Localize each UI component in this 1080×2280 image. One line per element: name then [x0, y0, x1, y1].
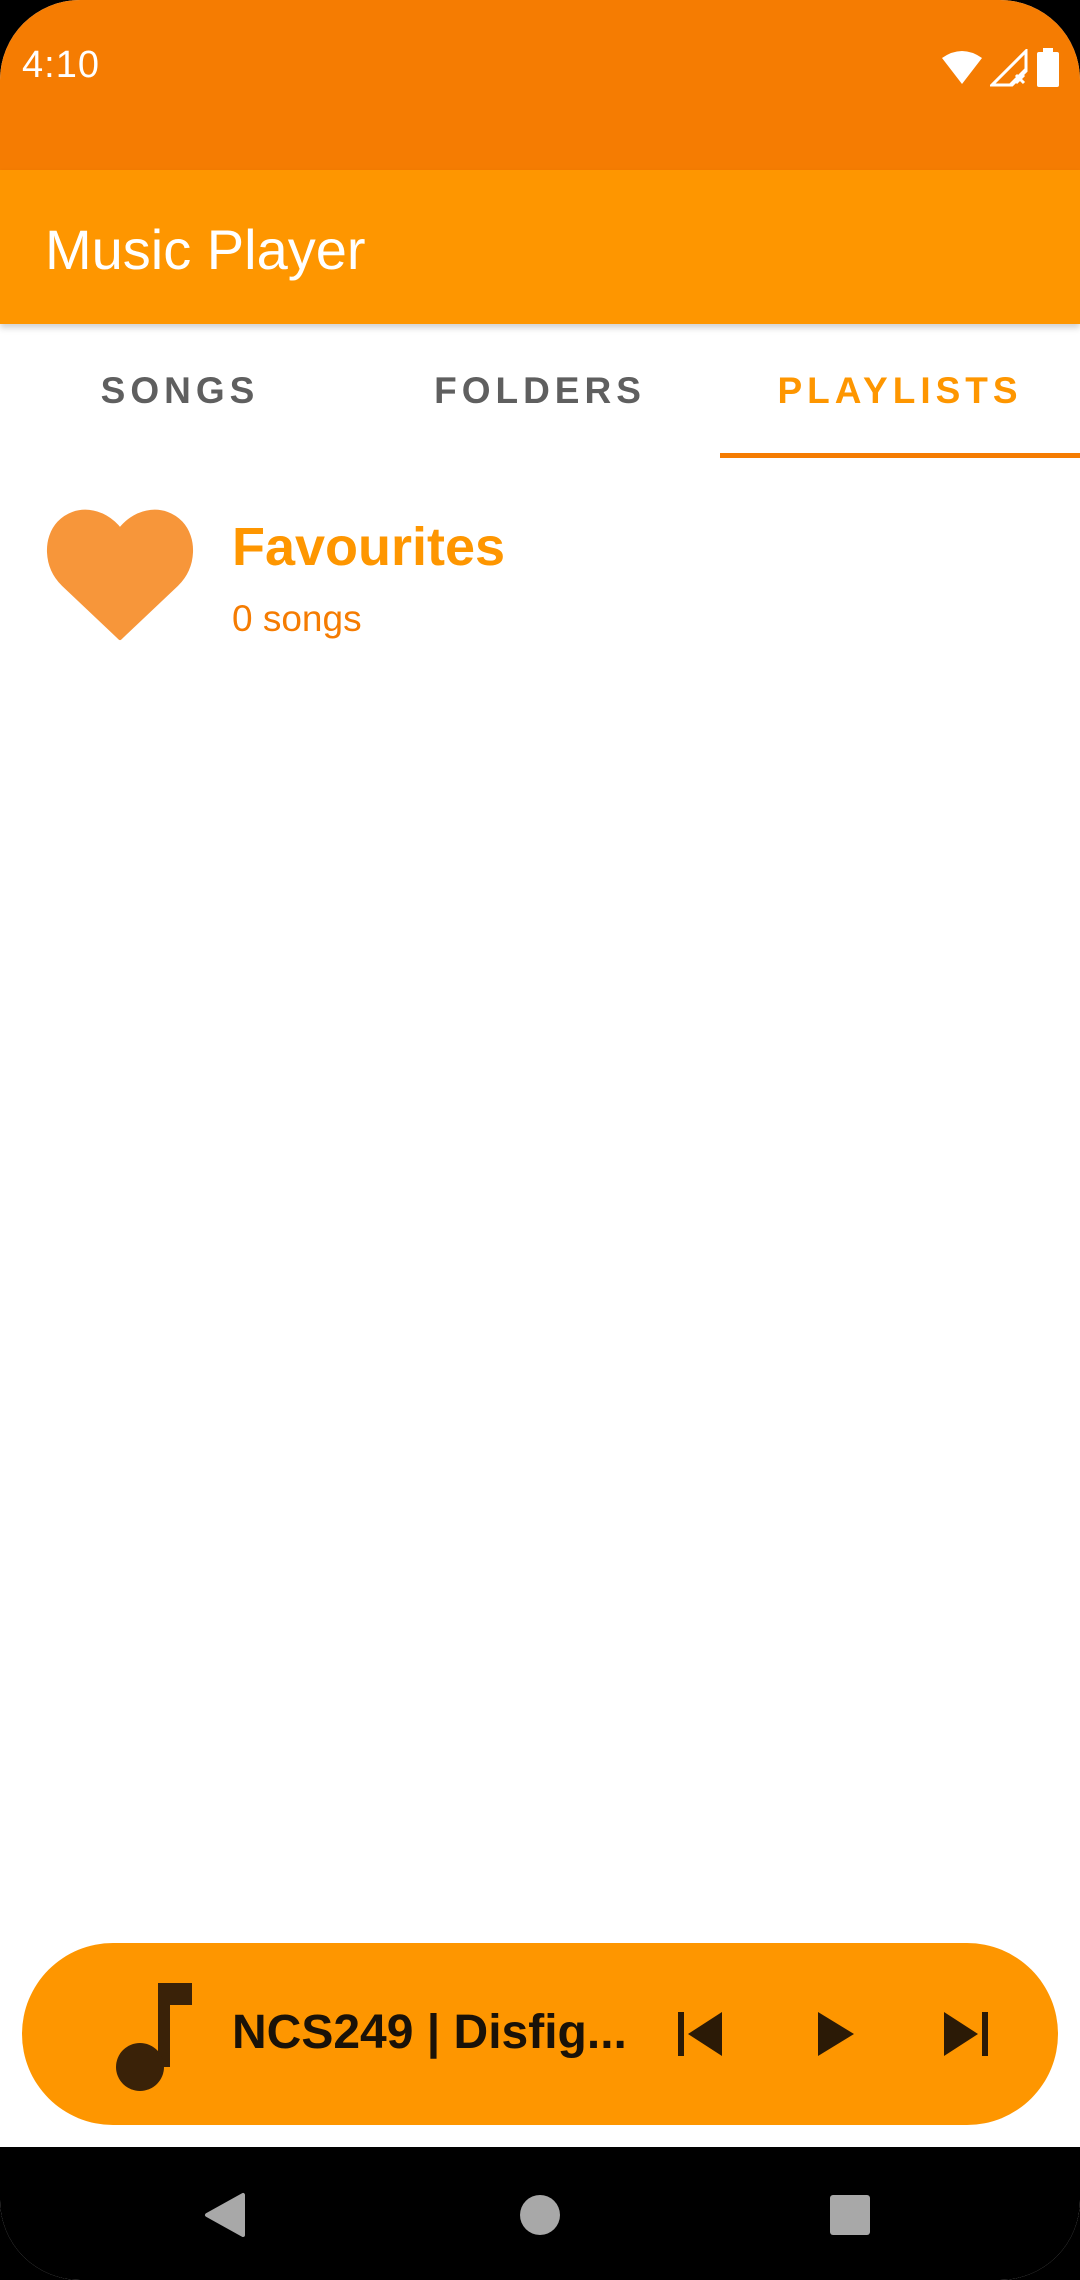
- skip-previous-button[interactable]: [665, 1998, 737, 2070]
- playlist-name: Favourites: [232, 517, 506, 577]
- mini-player[interactable]: NCS249 | Disfig...: [22, 1943, 1058, 2125]
- back-icon: [205, 2193, 245, 2237]
- nav-home-button[interactable]: [500, 2175, 580, 2255]
- battery-icon: [1037, 48, 1059, 87]
- home-icon: [520, 2195, 560, 2235]
- playlist-song-count: 0 songs: [232, 598, 362, 639]
- music-note-icon: [116, 1983, 192, 2091]
- recents-icon: [830, 2195, 870, 2235]
- tab-bar: SONGS FOLDERS PLAYLISTS: [0, 324, 1080, 458]
- playlist-item-favourites[interactable]: Favourites 0 songs: [0, 480, 1080, 670]
- skip-previous-icon: [678, 2012, 722, 2056]
- status-icons: [940, 48, 1060, 88]
- play-icon: [818, 2012, 854, 2056]
- skip-next-icon: [944, 2012, 988, 2056]
- screen: 4:10 Music Player SONGS FOLDERS PLAYLIST…: [0, 0, 1080, 2280]
- tab-playlists[interactable]: PLAYLISTS: [720, 324, 1080, 458]
- navigation-bar: [0, 2147, 1080, 2280]
- nav-back-button[interactable]: [185, 2175, 265, 2255]
- track-title: NCS249 | Disfig...: [232, 2006, 627, 2059]
- tab-folders[interactable]: FOLDERS: [360, 324, 720, 458]
- wifi-icon: [942, 51, 982, 84]
- skip-next-button[interactable]: [929, 1998, 1001, 2070]
- play-button[interactable]: [799, 1998, 871, 2070]
- status-bar: 4:10: [0, 0, 1080, 170]
- tab-indicator: [720, 453, 1080, 458]
- tab-songs[interactable]: SONGS: [0, 324, 360, 458]
- nav-recents-button[interactable]: [810, 2175, 890, 2255]
- tab-playlists-label: PLAYLISTS: [777, 370, 1023, 411]
- status-time: 4:10: [22, 44, 100, 86]
- app-title: Music Player: [45, 218, 366, 281]
- heart-icon: [46, 509, 194, 640]
- app-bar: Music Player: [0, 170, 1080, 324]
- signal-icon: [990, 49, 1028, 87]
